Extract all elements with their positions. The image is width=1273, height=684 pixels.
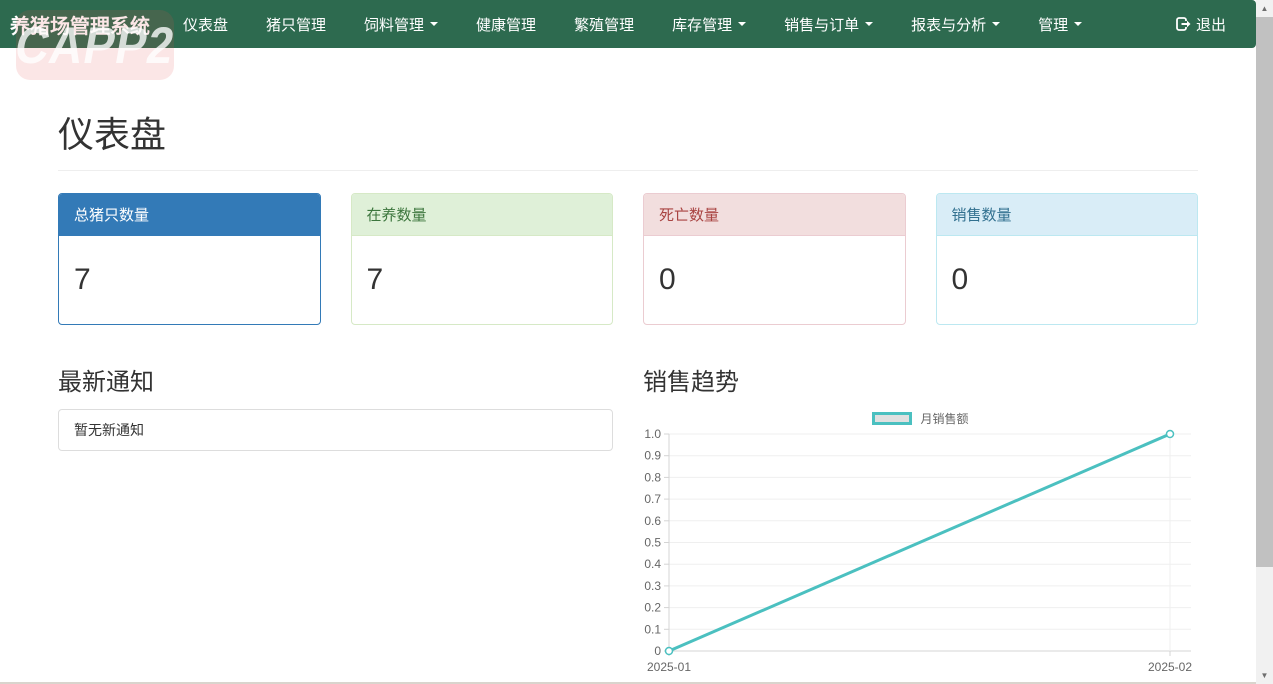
svg-text:0.7: 0.7: [644, 492, 661, 506]
svg-text:0.6: 0.6: [644, 514, 661, 528]
notification-item: 暂无新通知: [74, 422, 144, 438]
stats-cards-row: 总猪只数量 7 在养数量 7 死亡数量 0 销售数量 0: [58, 193, 1198, 325]
logout-icon: [1176, 17, 1191, 31]
stat-card-deaths: 死亡数量 0: [643, 193, 906, 325]
page: 养猪场管理系统 仪表盘 猪只管理 饲料管理 健康管理 繁殖管理 库存管理 销售与订单 报表与分…: [0, 0, 1273, 684]
scrollbar[interactable]: ▲ ▼: [1256, 0, 1273, 684]
notifications-list: 暂无新通知: [58, 409, 613, 451]
navbar-menu: 仪表盘 猪只管理 饲料管理 健康管理 繁殖管理 库存管理 销售与订单 报表与分析 管理: [164, 0, 1101, 48]
notifications-section: 最新通知 暂无新通知: [58, 362, 613, 679]
caret-down-icon: [1074, 22, 1083, 26]
logout-label: 退出: [1195, 16, 1226, 34]
caret-down-icon: [738, 22, 747, 26]
nav-item-feed-management[interactable]: 饲料管理: [345, 0, 457, 48]
legend-swatch: [872, 411, 913, 425]
stat-card-value: 7: [366, 263, 384, 296]
svg-text:0.8: 0.8: [644, 470, 661, 484]
nav-item-dashboard[interactable]: 仪表盘: [164, 0, 247, 48]
nav-item-pig-management[interactable]: 猪只管理: [247, 0, 345, 48]
svg-text:2025-02: 2025-02: [1148, 660, 1192, 674]
nav-item-sales-orders[interactable]: 销售与订单: [765, 0, 892, 48]
svg-text:2025-01: 2025-01: [647, 660, 691, 674]
nav-item-admin[interactable]: 管理: [1019, 0, 1101, 48]
scrollbar-thumb[interactable]: [1256, 17, 1273, 567]
nav-item-health-management[interactable]: 健康管理: [457, 0, 555, 48]
notifications-heading: 最新通知: [58, 369, 154, 396]
stat-card-value: 7: [74, 263, 91, 296]
svg-text:0.5: 0.5: [644, 536, 661, 550]
sales-trend-section: 销售趋势 月销售额 0 0.1 0.2 0.3 0.4 0.5 0.6 0.7 0.8 0.9 1.…: [643, 362, 1198, 679]
caret-down-icon: [992, 22, 1001, 26]
caret-down-icon: [430, 22, 439, 26]
stat-card-title: 在养数量: [351, 194, 612, 236]
stat-card-title: 总猪只数量: [59, 194, 320, 236]
nav-item-breeding-management[interactable]: 繁殖管理: [555, 0, 653, 48]
svg-text:0: 0: [654, 644, 661, 658]
svg-text:0.1: 0.1: [644, 622, 661, 636]
page-title: 仪表盘: [58, 106, 1198, 171]
legend-label: 月销售额: [920, 411, 969, 426]
stat-card-living-pigs: 在养数量 7: [350, 193, 613, 325]
stat-card-title: 死亡数量: [644, 194, 905, 236]
scroll-up-button[interactable]: ▲: [1256, 0, 1273, 17]
caret-down-icon: [865, 22, 874, 26]
nav-item-reports-analytics[interactable]: 报表与分析: [892, 0, 1019, 48]
logout-button[interactable]: 退出: [1175, 14, 1226, 35]
svg-text:0.3: 0.3: [644, 579, 661, 593]
sales-trend-heading: 销售趋势: [643, 369, 739, 396]
app-brand[interactable]: 养猪场管理系统: [0, 10, 164, 39]
svg-text:0.9: 0.9: [644, 449, 661, 463]
stat-card-total-pigs: 总猪只数量 7: [58, 193, 321, 325]
chart-legend[interactable]: 月销售额: [643, 411, 1198, 426]
sales-trend-chart: 0 0.1 0.2 0.3 0.4 0.5 0.6 0.7 0.8 0.9 1.0 2025-01 20…: [644, 427, 1192, 674]
stat-card-value: 0: [659, 263, 676, 296]
stat-card-value: 0: [951, 263, 969, 296]
svg-text:0.4: 0.4: [644, 557, 661, 571]
stat-card-sales: 销售数量 0: [935, 193, 1198, 325]
svg-text:0.2: 0.2: [644, 601, 661, 615]
nav-item-inventory-management[interactable]: 库存管理: [653, 0, 765, 48]
navbar: 养猪场管理系统 仪表盘 猪只管理 饲料管理 健康管理 繁殖管理 库存管理 销售与订单 报表与分…: [0, 0, 1256, 48]
svg-text:1.0: 1.0: [644, 427, 661, 441]
scroll-down-button[interactable]: ▼: [1256, 667, 1273, 684]
stat-card-title: 销售数量: [936, 194, 1197, 236]
